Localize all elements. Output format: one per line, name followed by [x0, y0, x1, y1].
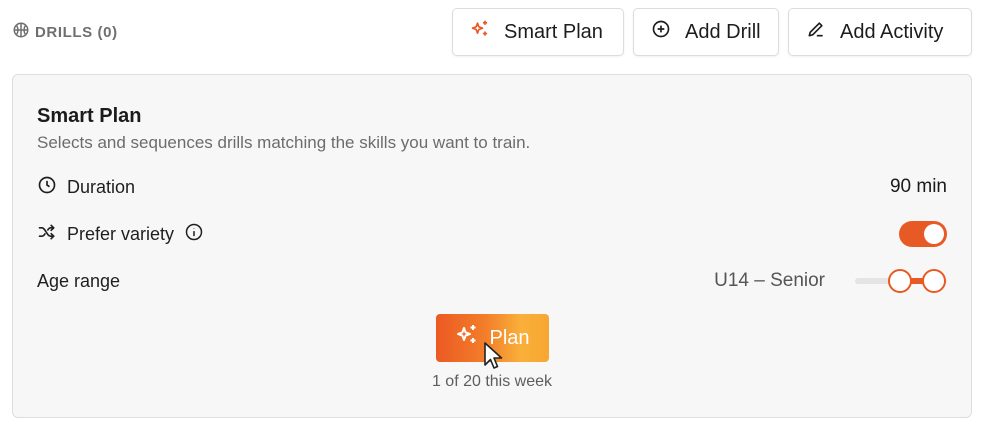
pencil-icon — [806, 19, 826, 45]
add-activity-button[interactable]: Add Activity — [788, 8, 972, 56]
ball-icon — [12, 21, 30, 43]
smart-plan-title: Smart Plan — [37, 105, 142, 127]
slider-min-thumb[interactable] — [888, 269, 912, 293]
info-icon[interactable] — [184, 222, 204, 247]
duration-value[interactable]: 90 min — [890, 176, 947, 198]
drills-toolbar: DRILLS (0) Smart Plan Add Drill Add Acti… — [0, 0, 1000, 66]
sparkles-icon — [470, 19, 490, 45]
age-range-value: U14 – Senior — [714, 270, 825, 291]
sparkles-icon — [455, 323, 479, 353]
smart-plan-subtitle: Selects and sequences drills matching th… — [37, 133, 531, 152]
age-range-row: Age range U14 – Senior — [37, 267, 947, 295]
add-activity-label: Add Activity — [840, 20, 944, 43]
mouse-cursor-icon — [484, 342, 503, 369]
plan-quota-text: 1 of 20 this week — [431, 373, 553, 390]
age-range-label: Age range — [37, 270, 121, 291]
duration-row: Duration 90 min — [37, 173, 947, 201]
duration-label: Duration — [67, 176, 136, 197]
add-drill-label: Add Drill — [685, 20, 761, 43]
add-drill-button[interactable]: Add Drill — [633, 8, 779, 56]
prefer-variety-row: Prefer variety — [37, 220, 947, 248]
toggle-knob — [924, 224, 944, 244]
drills-count-label: DRILLS (0) — [35, 23, 118, 41]
prefer-variety-toggle[interactable] — [899, 221, 947, 247]
slider-max-thumb[interactable] — [922, 269, 946, 293]
smart-plan-button[interactable]: Smart Plan — [452, 8, 624, 56]
drills-section-label: DRILLS (0) — [12, 22, 118, 42]
smart-plan-panel: Smart Plan Selects and sequences drills … — [12, 74, 972, 418]
prefer-variety-label: Prefer variety — [67, 223, 175, 244]
age-range-slider[interactable] — [855, 268, 947, 294]
clock-icon — [37, 175, 57, 200]
plus-circle-icon — [651, 19, 671, 45]
smart-plan-label: Smart Plan — [504, 20, 603, 43]
shuffle-icon — [37, 222, 57, 247]
